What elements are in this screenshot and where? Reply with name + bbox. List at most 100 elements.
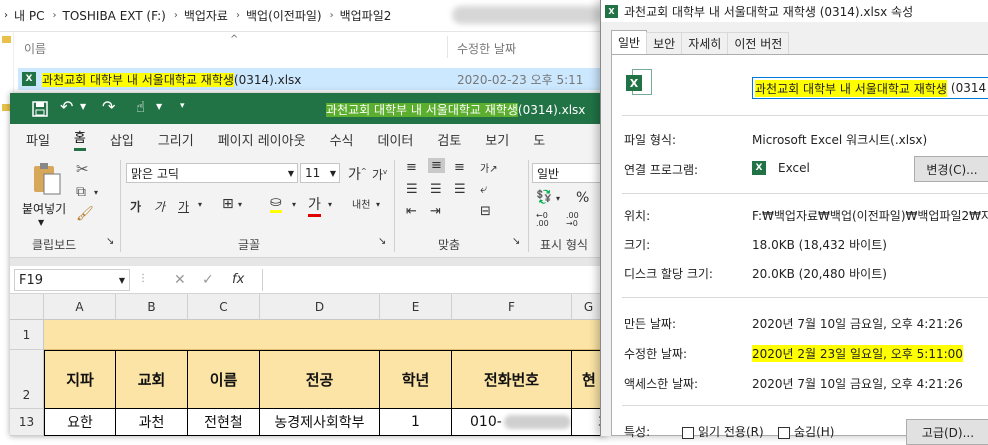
- redo-icon[interactable]: ↷: [102, 97, 115, 116]
- copy-dropdown-icon[interactable]: ▾: [94, 188, 98, 197]
- cell-region[interactable]: 요한: [44, 409, 116, 436]
- worksheet-grid[interactable]: A B C D E F G 1 2 지파 교회 이름 전공 학년 전화번호 현 …: [10, 294, 606, 436]
- align-right-icon[interactable]: ☰: [454, 182, 466, 197]
- column-header-d[interactable]: D: [260, 294, 380, 320]
- font-name-select[interactable]: 맑은 고딕 ▼: [126, 163, 298, 183]
- column-header-b[interactable]: B: [116, 294, 188, 320]
- tab-security[interactable]: 보안: [646, 32, 683, 54]
- header-cell-name[interactable]: 이름: [188, 350, 260, 409]
- row-header-1[interactable]: 1: [10, 320, 44, 350]
- tab-draw[interactable]: 그리기: [158, 130, 194, 149]
- breadcrumb-drive[interactable]: TOSHIBA EXT (F:): [62, 9, 165, 23]
- decrease-font-icon[interactable]: 가v: [372, 166, 387, 183]
- file-list-row-selected[interactable]: X 과천교회 대학부 내 서울대학교 재학생(0314).xlsx 2020-0…: [18, 68, 605, 90]
- percent-style-icon[interactable]: %: [576, 190, 589, 206]
- increase-decimal-icon[interactable]: ←0.00: [536, 212, 549, 228]
- format-painter-icon[interactable]: 🖌: [76, 206, 94, 222]
- cancel-icon[interactable]: ✕: [174, 272, 186, 288]
- accounting-dropdown-icon[interactable]: ▾: [556, 194, 560, 203]
- tab-data[interactable]: 데이터: [377, 130, 413, 149]
- enter-icon[interactable]: ✓: [202, 272, 214, 288]
- accounting-format-icon[interactable]: 💱: [536, 190, 552, 205]
- tab-home[interactable]: 홈: [73, 127, 86, 151]
- name-box[interactable]: F19 ▼: [14, 269, 130, 291]
- borders-icon[interactable]: ⊞: [222, 196, 234, 212]
- decrease-decimal-icon[interactable]: .00 →0: [566, 212, 579, 228]
- row-header-2[interactable]: 2: [10, 350, 44, 409]
- column-header-e[interactable]: E: [380, 294, 452, 320]
- header-cell-region[interactable]: 지파: [44, 350, 116, 409]
- wrap-text-icon[interactable]: ⤶: [480, 182, 487, 197]
- bold-button[interactable]: 가: [130, 198, 141, 215]
- column-header-modified[interactable]: 수정한 날짜: [457, 40, 516, 57]
- readonly-checkbox[interactable]: 읽기 전용(R): [682, 423, 764, 440]
- underline-button[interactable]: 가: [178, 198, 189, 215]
- align-bottom-icon[interactable]: ≡: [454, 160, 465, 175]
- touch-mode-dropdown-icon[interactable]: ▼: [156, 102, 162, 111]
- paste-dropdown-icon[interactable]: ▼: [38, 218, 44, 227]
- tab-insert[interactable]: 삽입: [110, 130, 134, 149]
- copy-icon[interactable]: ⧉: [76, 184, 86, 200]
- select-all-corner[interactable]: [10, 294, 44, 320]
- increase-indent-icon[interactable]: ⇥: [430, 204, 441, 219]
- cut-icon[interactable]: ✂: [76, 160, 89, 178]
- tab-general[interactable]: 일반: [611, 30, 648, 54]
- breadcrumb-backup-data[interactable]: 백업자료: [184, 7, 228, 24]
- customize-qat-icon[interactable]: ▾: [180, 101, 185, 111]
- cell-major[interactable]: 농경제사회학부: [260, 409, 380, 436]
- insert-function-button[interactable]: fx: [232, 272, 244, 287]
- increase-font-icon[interactable]: 가^: [348, 164, 367, 184]
- breadcrumb-backup-files2[interactable]: 백업파일2: [340, 7, 392, 24]
- fill-color-icon[interactable]: ⛀: [270, 194, 282, 213]
- clipboard-launcher-icon[interactable]: ↘: [106, 236, 114, 247]
- paste-button[interactable]: 붙여넣기: [22, 200, 66, 217]
- alignment-launcher-icon[interactable]: ↘: [512, 236, 520, 247]
- tab-formulas[interactable]: 수식: [330, 130, 354, 149]
- header-cell-church[interactable]: 교회: [116, 350, 188, 409]
- borders-dropdown-icon[interactable]: ▾: [238, 200, 242, 209]
- font-color-dropdown-icon[interactable]: ▾: [328, 200, 332, 209]
- cell-church[interactable]: 과천: [116, 409, 188, 436]
- row-header-13[interactable]: 13: [10, 409, 44, 436]
- font-launcher-icon[interactable]: ↘: [378, 236, 386, 247]
- align-center-icon[interactable]: ☰: [430, 182, 442, 197]
- italic-button[interactable]: 가: [154, 198, 165, 215]
- touch-mode-icon[interactable]: ☝: [136, 98, 145, 116]
- header-cell-major[interactable]: 전공: [260, 350, 380, 409]
- breadcrumb-backup-old[interactable]: 백업(이전파일): [246, 7, 322, 24]
- column-header-c[interactable]: C: [188, 294, 260, 320]
- tab-previous-versions[interactable]: 이전 버전: [727, 32, 790, 54]
- phonetic-icon[interactable]: 내천: [352, 196, 370, 211]
- tab-file[interactable]: 파일: [26, 130, 50, 149]
- hidden-checkbox[interactable]: 숨김(H): [778, 423, 834, 440]
- font-color-icon[interactable]: 가: [308, 194, 321, 217]
- breadcrumb-this-pc[interactable]: 내 PC: [14, 7, 44, 24]
- font-size-select[interactable]: 11 ▼: [300, 163, 340, 183]
- tab-details[interactable]: 자세히: [681, 32, 729, 54]
- column-header-name[interactable]: 이름: [24, 40, 46, 57]
- align-top-icon[interactable]: ≡: [406, 160, 417, 175]
- align-left-icon[interactable]: ☰: [406, 182, 418, 197]
- tab-page-layout[interactable]: 페이지 레이아웃: [218, 130, 306, 149]
- undo-dropdown-icon[interactable]: ▼: [80, 102, 86, 111]
- undo-icon[interactable]: ↶: [60, 97, 73, 116]
- filename-input[interactable]: 과천교회 대학부 내 서울대학교 재학생 (0314: [752, 77, 988, 99]
- header-cell-phone[interactable]: 전화번호: [452, 350, 572, 409]
- cell-phone[interactable]: 010-: [452, 409, 572, 436]
- tab-more[interactable]: 도: [533, 130, 545, 149]
- underline-dropdown-icon[interactable]: ▾: [198, 200, 202, 209]
- header-cell-grade[interactable]: 학년: [380, 350, 452, 409]
- cell-grade[interactable]: 1: [380, 409, 452, 436]
- tab-review[interactable]: 검토: [437, 130, 461, 149]
- tab-view[interactable]: 보기: [485, 130, 509, 149]
- column-header-a[interactable]: A: [44, 294, 116, 320]
- paste-icon[interactable]: [32, 162, 62, 196]
- phonetic-dropdown-icon[interactable]: ▾: [376, 200, 380, 209]
- decrease-indent-icon[interactable]: ⇤: [406, 204, 417, 219]
- number-format-select[interactable]: 일반: [532, 163, 606, 183]
- formula-input[interactable]: [262, 269, 602, 291]
- merge-center-icon[interactable]: ⊟: [480, 204, 491, 219]
- align-middle-icon[interactable]: ≡: [428, 158, 445, 173]
- text-orientation-icon[interactable]: 가↗: [480, 160, 498, 175]
- change-button[interactable]: 변경(C)...: [914, 156, 988, 182]
